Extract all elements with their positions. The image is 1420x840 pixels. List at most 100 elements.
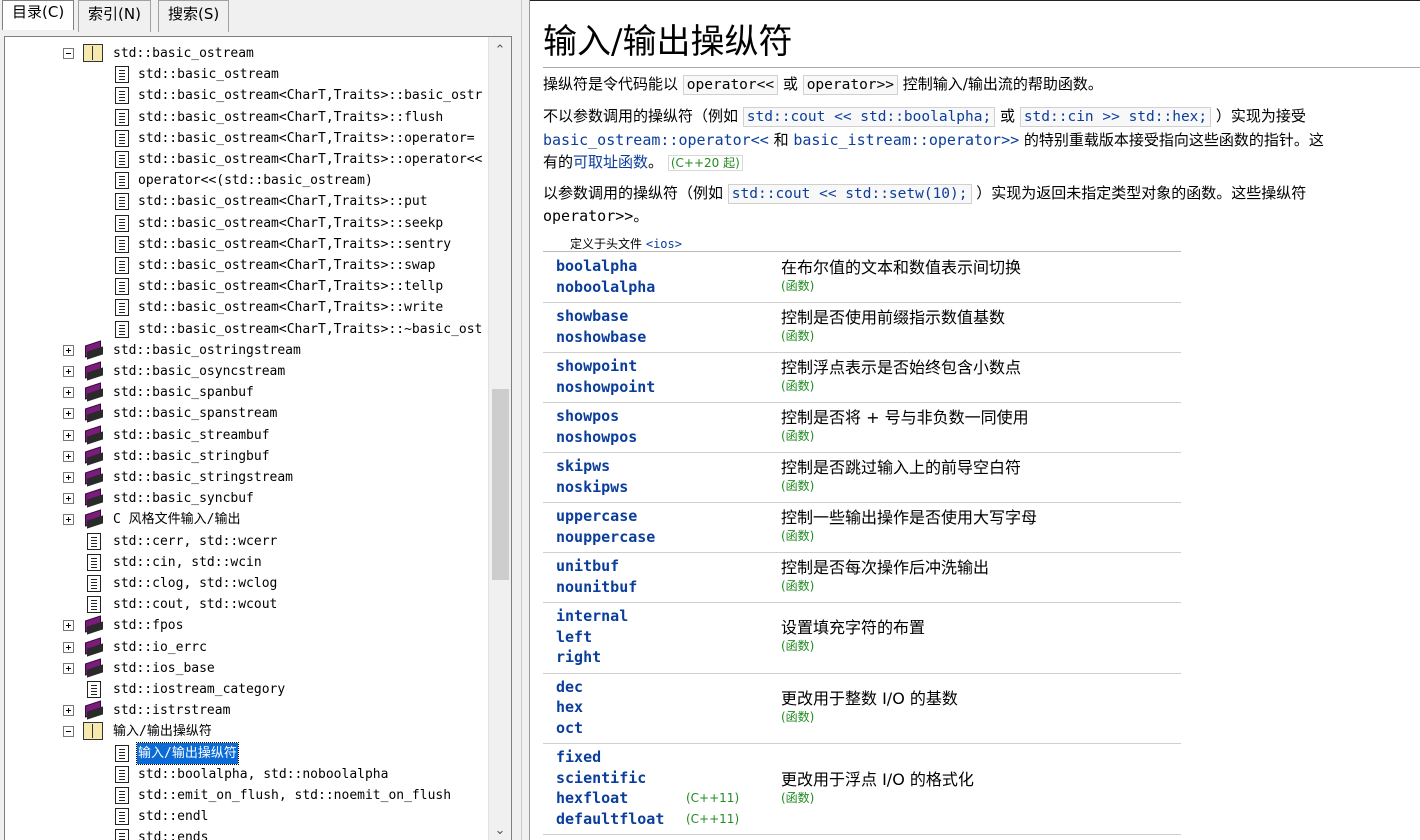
manipulator-link[interactable]: noshowpoint (556, 377, 655, 398)
tree-item[interactable]: operator<<(std::basic_ostream) (5, 170, 485, 191)
tree-item[interactable]: std::iostream_category (5, 679, 485, 700)
tree-item[interactable]: std::emit_on_flush, std::noemit_on_flush (5, 785, 485, 806)
tree-item[interactable]: std::boolalpha, std::noboolalpha (5, 764, 485, 785)
tree-item-label: std::basic_ostream<CharT,Traits>::flush (138, 109, 444, 125)
expand-plus-icon[interactable] (63, 344, 74, 356)
manipulator-link[interactable]: dec (556, 677, 583, 698)
tree-item[interactable]: std::cin, std::wcin (5, 552, 485, 573)
boolalpha-example-link[interactable]: std::cout << std::boolalpha; (742, 107, 996, 127)
intro-text-1: 操纵符是令代码能以 (543, 75, 679, 93)
tree-item[interactable]: std::io_errc (5, 636, 485, 658)
manipulator-link[interactable]: internal (556, 606, 628, 627)
manipulator-link[interactable]: oct (556, 718, 583, 739)
tree-item[interactable]: std::basic_streambuf (5, 424, 485, 446)
manipulator-link[interactable]: noshowpos (556, 427, 637, 448)
setw-example-link[interactable]: std::cout << std::setw(10); (727, 184, 972, 204)
manipulator-link[interactable]: noshowbase (556, 327, 646, 348)
istream-operator-link[interactable]: basic_istream::operator>> (793, 131, 1019, 149)
ostream-operator-link[interactable]: basic_ostream::operator<< (543, 131, 769, 149)
manipulator-link[interactable]: noboolalpha (556, 277, 655, 298)
tree-item[interactable]: std::basic_ostream<CharT,Traits>::write (5, 297, 485, 318)
tree-item[interactable]: std::fpos (5, 615, 485, 636)
manipulator-link[interactable]: showbase (556, 306, 646, 327)
tree-item[interactable]: std::basic_ostream<CharT,Traits>::flush (5, 107, 485, 128)
tree-item[interactable]: std::basic_spanbuf (5, 382, 485, 403)
tree-item[interactable]: std::cerr, std::wcerr (5, 531, 485, 552)
expand-plus-icon[interactable] (63, 429, 74, 441)
manipulator-link[interactable]: skipws (556, 456, 628, 477)
manipulator-link[interactable]: unitbuf (556, 556, 637, 577)
tab-contents[interactable]: 目录(C) (2, 0, 75, 30)
tree-item[interactable]: std::basic_ostream<CharT,Traits>::seekp (5, 213, 485, 234)
scrollbar-thumb[interactable] (492, 389, 509, 580)
expand-plus-icon[interactable] (63, 472, 74, 483)
manipulator-link[interactable]: noskipws (556, 477, 628, 498)
manipulator-link[interactable]: scientific (556, 768, 664, 789)
tree-item[interactable]: std::basic_ostream<CharT,Traits>::put (5, 191, 485, 212)
manipulator-link[interactable]: right (556, 647, 628, 668)
manipulator-link[interactable]: defaultfloat (556, 809, 664, 830)
tree-item[interactable]: std::basic_spanstream (5, 403, 485, 424)
ios-header-link[interactable]: <ios> (646, 237, 682, 251)
tree-item[interactable]: std::istrstream (5, 700, 485, 721)
tree-item[interactable]: std::ends (5, 827, 485, 840)
expand-plus-icon[interactable] (63, 366, 74, 377)
defined-in-label: 定义于头文件 (570, 237, 643, 251)
tree-item[interactable]: std::clog, std::wclog (5, 573, 485, 594)
manipulator-link[interactable]: hexfloat (556, 788, 664, 809)
scroll-up-arrow-icon[interactable]: ⌃ (489, 41, 511, 61)
since-cpp20-badge: (C++20 起) (667, 155, 743, 171)
manipulator-link[interactable]: nounitbuf (556, 577, 637, 598)
tree-item[interactable]: std::basic_osyncstream (5, 361, 485, 382)
expand-plus-icon[interactable] (63, 705, 74, 717)
manipulator-link[interactable]: boolalpha (556, 256, 655, 277)
tree-item[interactable]: std::cout, std::wcout (5, 594, 485, 615)
manipulator-link[interactable]: uppercase (556, 506, 655, 527)
tree-item[interactable]: 输入/输出操纵符 (5, 741, 485, 765)
tree-item[interactable]: std::basic_ostream<CharT,Traits>::swap (5, 255, 485, 276)
expand-plus-icon[interactable] (63, 450, 74, 462)
expand-plus-icon[interactable] (63, 493, 74, 505)
pane-splitter[interactable] (521, 0, 530, 840)
tree-scrollbar[interactable]: ⌃ ⌄ (488, 37, 511, 840)
manipulator-link[interactable]: showpoint (556, 356, 655, 377)
tree-item[interactable]: std::basic_syncbuf (5, 488, 485, 509)
expand-plus-icon[interactable] (63, 514, 74, 526)
tree-item[interactable]: std::basic_ostream (5, 64, 485, 85)
manipulator-names: fixed scientific hexfloat defaultfloat (556, 747, 664, 829)
tree-item[interactable]: std::basic_ostream<CharT,Traits>::tellp (5, 276, 485, 297)
expand-plus-icon[interactable] (63, 662, 74, 674)
manipulator-link[interactable]: fixed (556, 747, 664, 768)
tree-item[interactable]: std::basic_ostream<CharT,Traits>::operat… (5, 128, 485, 149)
manipulator-link[interactable]: left (556, 627, 628, 648)
expand-plus-icon[interactable] (63, 408, 74, 420)
tree-item[interactable]: std::basic_stringbuf (5, 446, 485, 467)
tree-item[interactable]: std::endl (5, 806, 485, 827)
manipulator-link[interactable]: hex (556, 697, 583, 718)
manipulator-link[interactable]: showpos (556, 406, 637, 427)
addressable-function-link[interactable]: 可取址函数 (573, 153, 648, 171)
tree-item[interactable]: std::basic_ostream<CharT,Traits>::operat… (5, 149, 485, 170)
tree-item[interactable]: std::basic_ostream<CharT,Traits>::sentry (5, 234, 485, 255)
tree-item[interactable]: 输入/输出操纵符 (5, 721, 485, 742)
tab-search[interactable]: 搜索(S) (158, 0, 230, 32)
tree-item[interactable]: std::basic_stringstream (5, 467, 485, 488)
expand-plus-icon[interactable] (63, 641, 74, 653)
tree-item[interactable]: std::basic_ostream<CharT,Traits>::basic_… (5, 85, 485, 106)
scroll-down-arrow-icon[interactable]: ⌄ (489, 821, 511, 840)
expand-plus-icon[interactable] (63, 620, 74, 632)
hex-example-link[interactable]: std::cin >> std::hex; (1019, 107, 1212, 127)
collapse-minus-icon[interactable] (63, 48, 74, 59)
manipulator-row: unitbuf nounitbuf 控制是否每次操作后冲洗输出 (函数) (543, 553, 1181, 603)
manipulator-row: skipws noskipws 控制是否跳过输入上的前导空白符 (函数) (543, 453, 1181, 503)
tree-item[interactable]: std::basic_ostream<CharT,Traits>::~basic… (5, 319, 485, 340)
tree-item[interactable]: C 风格文件输入/输出 (5, 509, 485, 530)
expand-plus-icon[interactable] (63, 387, 74, 399)
collapse-minus-icon[interactable] (63, 726, 74, 738)
tree-item[interactable]: std::basic_ostream (5, 43, 485, 64)
manipulator-link[interactable]: nouppercase (556, 527, 655, 548)
tree-item-label: std::fpos (113, 618, 184, 634)
tab-index[interactable]: 索引(N) (78, 0, 151, 32)
tree-item[interactable]: std::basic_ostringstream (5, 340, 485, 361)
tree-item[interactable]: std::ios_base (5, 658, 485, 679)
